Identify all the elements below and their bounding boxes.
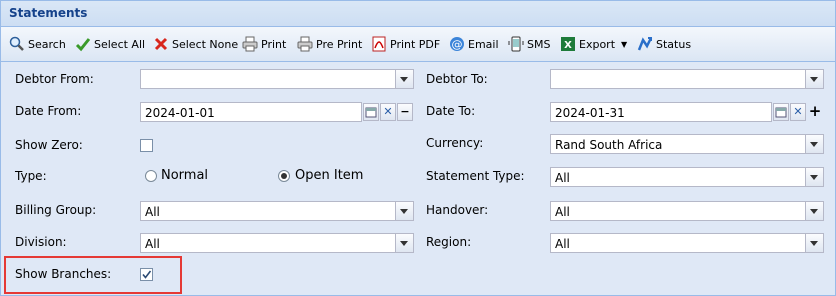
statements-panel: Statements Search Select All Select None… bbox=[0, 0, 836, 296]
show-branches-highlight bbox=[4, 256, 182, 294]
chevron-down-icon[interactable] bbox=[395, 202, 413, 220]
excel-icon: X bbox=[560, 36, 576, 52]
date-to-field[interactable]: 2024-01-31 bbox=[550, 102, 772, 122]
type-label: Type: bbox=[15, 169, 47, 183]
select-all-button[interactable]: Select All bbox=[75, 36, 145, 52]
panel-title: Statements bbox=[9, 6, 88, 20]
chevron-down-icon[interactable] bbox=[805, 135, 823, 153]
billing-group-combo[interactable]: All bbox=[140, 201, 414, 221]
type-normal-label: Normal bbox=[161, 168, 209, 183]
debtor-from-combo[interactable] bbox=[140, 69, 414, 89]
chevron-down-icon[interactable] bbox=[395, 234, 413, 252]
type-open-item-radio[interactable] bbox=[278, 170, 290, 182]
red-x-icon bbox=[153, 36, 169, 52]
status-button[interactable]: Status bbox=[637, 36, 691, 52]
region-label: Region: bbox=[426, 235, 472, 249]
currency-combo[interactable]: Rand South Africa bbox=[550, 134, 824, 154]
panel-header: Statements bbox=[1, 1, 835, 27]
pdf-icon bbox=[371, 36, 387, 52]
calendar-icon[interactable] bbox=[773, 103, 789, 121]
printer-icon bbox=[242, 36, 258, 52]
type-open-item-label: Open Item bbox=[295, 168, 364, 183]
statement-type-label: Statement Type: bbox=[426, 169, 525, 183]
search-icon bbox=[9, 36, 25, 52]
chevron-down-icon: ▼ bbox=[621, 39, 628, 49]
chevron-down-icon[interactable] bbox=[805, 202, 823, 220]
decrement-date-icon[interactable]: − bbox=[397, 103, 413, 121]
billing-group-label: Billing Group: bbox=[15, 203, 97, 217]
increment-date-icon[interactable]: + bbox=[807, 103, 823, 121]
clear-date-icon[interactable]: ✕ bbox=[790, 103, 806, 121]
statement-type-combo[interactable]: All bbox=[550, 167, 824, 187]
date-from-field[interactable]: 2024-01-01 bbox=[140, 102, 362, 122]
show-zero-label: Show Zero: bbox=[15, 138, 83, 152]
clear-date-icon[interactable]: ✕ bbox=[380, 103, 396, 121]
select-none-button[interactable]: Select None bbox=[153, 36, 238, 52]
division-label: Division: bbox=[15, 235, 67, 249]
debtor-to-label: Debtor To: bbox=[426, 72, 488, 86]
print-button[interactable]: Print bbox=[242, 36, 286, 52]
mobile-phone-icon bbox=[508, 36, 524, 52]
show-zero-checkbox[interactable] bbox=[140, 139, 153, 152]
pre-print-button[interactable]: Pre Print bbox=[297, 36, 362, 52]
printer-icon bbox=[297, 36, 313, 52]
handover-label: Handover: bbox=[426, 203, 489, 217]
type-normal-radio[interactable] bbox=[145, 170, 157, 182]
svg-text:X: X bbox=[564, 40, 572, 51]
search-button[interactable]: Search bbox=[9, 36, 66, 52]
chevron-down-icon[interactable] bbox=[805, 70, 823, 88]
sms-button[interactable]: SMS bbox=[508, 36, 550, 52]
division-combo[interactable]: All bbox=[140, 233, 414, 253]
status-arrows-icon bbox=[637, 36, 653, 52]
debtor-from-label: Debtor From: bbox=[15, 72, 94, 86]
toolbar: Search Select All Select None Print Pre … bbox=[1, 27, 835, 62]
currency-label: Currency: bbox=[426, 136, 484, 150]
svg-text:@: @ bbox=[452, 38, 463, 51]
chevron-down-icon[interactable] bbox=[395, 70, 413, 88]
email-button[interactable]: @ Email bbox=[449, 36, 499, 52]
at-sign-icon: @ bbox=[449, 36, 465, 52]
debtor-to-combo[interactable] bbox=[550, 69, 824, 89]
print-pdf-button[interactable]: Print PDF bbox=[371, 36, 440, 52]
export-menu-button[interactable]: X Export ▼ bbox=[560, 36, 627, 52]
handover-combo[interactable]: All bbox=[550, 201, 824, 221]
checkmark-icon bbox=[75, 36, 91, 52]
chevron-down-icon[interactable] bbox=[805, 234, 823, 252]
region-combo[interactable]: All bbox=[550, 233, 824, 253]
calendar-icon[interactable] bbox=[363, 103, 379, 121]
date-to-label: Date To: bbox=[426, 104, 476, 118]
chevron-down-icon[interactable] bbox=[805, 168, 823, 186]
date-from-label: Date From: bbox=[15, 104, 82, 118]
